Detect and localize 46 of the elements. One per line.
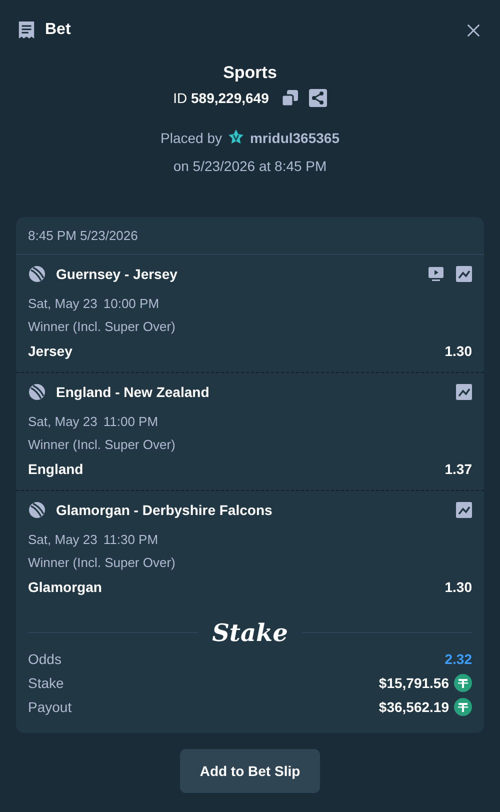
- total-label: Payout: [28, 699, 72, 715]
- bet-id: ID 589,229,649: [173, 90, 269, 106]
- event-time: 11:30 PM: [103, 532, 158, 547]
- cricket-ball-icon: [28, 265, 46, 283]
- category-title: Sports: [223, 63, 277, 83]
- chart-icon[interactable]: [456, 502, 472, 518]
- event-date: Sat, May 23: [28, 532, 98, 547]
- match-title[interactable]: Glamorgan - Derbyshire Falcons: [56, 502, 444, 518]
- outcome-name: Glamorgan: [28, 579, 102, 595]
- total-label: Odds: [28, 651, 62, 667]
- tether-coin-icon: [454, 698, 472, 716]
- username-link[interactable]: mridul365365: [250, 130, 340, 146]
- match-title[interactable]: Guernsey - Jersey: [56, 266, 416, 282]
- total-odds: 2.32: [444, 651, 472, 667]
- outcome-name: England: [28, 461, 84, 477]
- total-label: Stake: [28, 675, 64, 691]
- copy-icon[interactable]: [280, 89, 299, 107]
- cricket-ball-icon: [28, 383, 46, 401]
- add-to-bet-slip-button[interactable]: Add to Bet Slip: [180, 749, 320, 793]
- outcome-name: Jersey: [28, 343, 72, 359]
- market-name: Winner (Incl. Super Over): [28, 555, 176, 570]
- close-icon[interactable]: [466, 22, 481, 38]
- cricket-ball-icon: [28, 501, 46, 519]
- tv-icon[interactable]: [428, 266, 444, 282]
- event-date: Sat, May 23: [28, 296, 98, 311]
- market-name: Winner (Incl. Super Over): [28, 437, 176, 452]
- bet-timestamp: 8:45 PM 5/23/2026: [16, 217, 484, 255]
- dialog-title: Bet: [45, 21, 71, 39]
- stake-logo: Stake: [212, 618, 288, 647]
- placed-date: on 5/23/2026 at 8:45 PM: [173, 158, 327, 174]
- placed-by-label: Placed by: [160, 130, 222, 146]
- outcome-odds: 1.37: [444, 461, 472, 477]
- chart-icon[interactable]: [456, 266, 472, 282]
- market-name: Winner (Incl. Super Over): [28, 319, 176, 334]
- receipt-icon: [17, 20, 36, 40]
- event-date: Sat, May 23: [28, 414, 98, 429]
- share-icon[interactable]: [308, 89, 327, 107]
- amount-value: $15,791.56: [378, 675, 449, 691]
- event-time: 11:00 PM: [103, 414, 158, 429]
- match-title[interactable]: England - New Zealand: [56, 384, 444, 400]
- outcome-odds: 1.30: [444, 343, 472, 359]
- amount-value: $36,562.19: [378, 699, 449, 715]
- outcome-odds: 1.30: [444, 579, 472, 595]
- chart-icon[interactable]: [456, 384, 472, 400]
- tether-coin-icon: [454, 674, 472, 692]
- event-time: 10:00 PM: [103, 296, 160, 311]
